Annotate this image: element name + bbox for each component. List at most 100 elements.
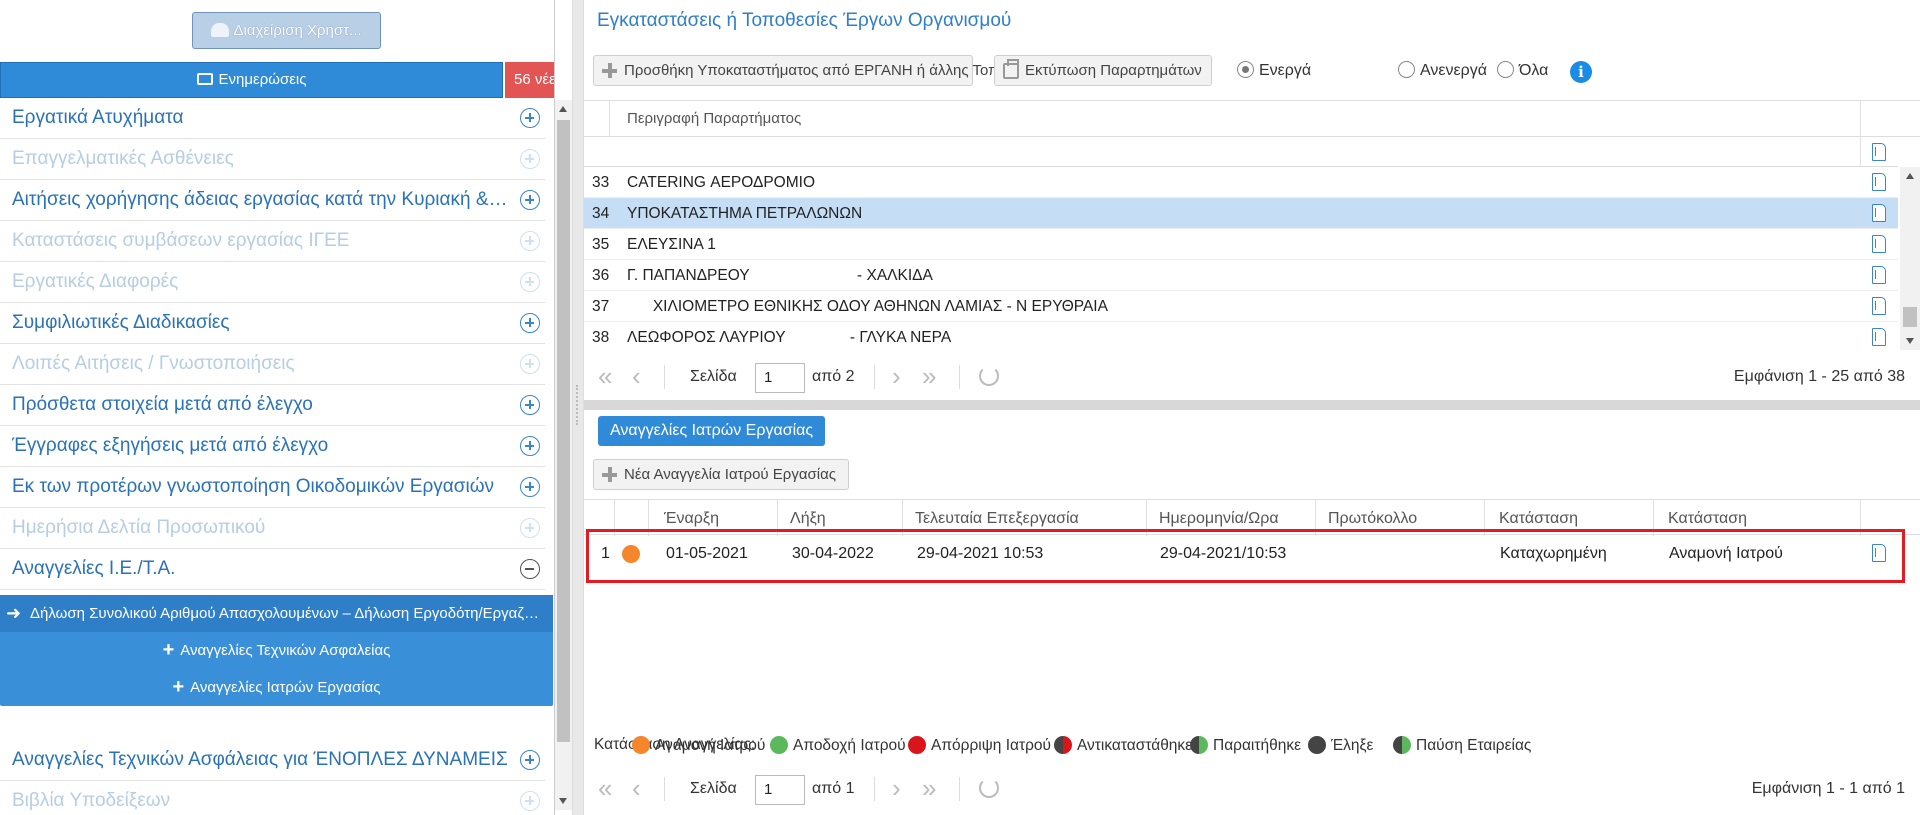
grid-scrollbar[interactable] (1900, 167, 1920, 350)
page-input[interactable]: 1 (755, 363, 805, 393)
first-page-icon[interactable]: « (598, 775, 612, 801)
column-header-description[interactable]: Περιγραφή Παραρτήματος (627, 110, 801, 127)
document-icon[interactable] (1872, 266, 1886, 284)
tab-occupational-doctors[interactable]: Αναγγελίες Ιατρών Εργασίας (598, 416, 826, 446)
plus-circle-icon[interactable] (520, 436, 540, 456)
legend-item: Αποδοχή Ιατρού (770, 736, 906, 755)
sidebar-nav-item[interactable]: Εκ των προτέρων γνωστοποίηση Οικοδομικών… (0, 467, 545, 508)
sidebar-nav-item[interactable]: Πρόσθετα στοιχεία μετά από έλεγχο (0, 385, 545, 426)
new-doctor-announcement-button[interactable]: Νέα Αναγγελία Ιατρού Εργασίας (593, 459, 849, 490)
table-row[interactable]: 35 ΕΛΕΥΣΙΝΑ 1 (584, 229, 1898, 260)
new-updates-badge[interactable]: 56 νέες (505, 62, 554, 98)
sidebar-nav-item[interactable]: Καταστάσεις συμβάσεων εργασίας ΙΓΕΕ (0, 221, 545, 262)
user-management-button[interactable]: Διαχείριση Χρηστ... (192, 12, 381, 49)
table-row[interactable]: 37 ΧΙΛΙΟΜΕΤΡΟ ΕΘΝΙΚΗΣ ΟΔΟΥ ΑΘΗΝΩΝ ΛΑΜΙΑΣ… (584, 291, 1898, 322)
document-icon[interactable] (1872, 328, 1886, 346)
plus-circle-icon[interactable] (520, 313, 540, 333)
table-row[interactable]: 38 ΛΕΩΦΟΡΟΣ ΛΑΥΡΙΟΥ - ΓΛΥΚΑ ΝΕΡΑ (584, 322, 1898, 352)
sidebar-nav-item[interactable]: Συμφιλιωτικές Διαδικασίες (0, 303, 545, 344)
submenu-item-employee-declaration[interactable]: ➜ Δήλωση Συνολικού Αριθμού Απασχολουμένω… (0, 595, 553, 632)
plus-circle-icon[interactable] (520, 354, 540, 374)
radio-inactive[interactable]: Ανενεργά (1398, 61, 1487, 80)
radio-all[interactable]: Όλα (1497, 61, 1548, 80)
last-page-icon[interactable]: » (922, 775, 936, 801)
submenu-item-safety-technicians[interactable]: + Αναγγελίες Τεχνικών Ασφαλείας (0, 632, 553, 669)
last-page-icon[interactable]: » (922, 363, 936, 389)
users-icon (211, 23, 230, 37)
sidebar-nav-item[interactable]: Έγγραφες εξηγήσεις μετά από έλεγχο (0, 426, 545, 467)
scroll-up-icon[interactable] (1906, 173, 1914, 179)
scroll-thumb[interactable] (557, 120, 570, 742)
sidebar-nav-item[interactable]: Βιβλία Υποδείξεων (0, 781, 545, 815)
table-row[interactable]: 36 Γ. ΠΑΠΑΝΔΡΕΟΥ - ΧΑΛΚΙΔΑ (584, 260, 1898, 291)
prev-page-icon[interactable]: ‹ (632, 363, 641, 389)
info-icon[interactable]: i (1570, 61, 1592, 83)
column-header-start[interactable]: Έναρξη (664, 510, 719, 528)
prev-page-icon[interactable]: ‹ (632, 775, 641, 801)
table-row[interactable]: 34 ΥΠΟΚΑΤΑΣΤΗΜΑ ΠΕΤΡΑΛΩΝΩΝ (584, 198, 1898, 229)
print-annexes-button[interactable]: Εκτύπωση Παραρτημάτων (994, 55, 1212, 86)
panel-divider[interactable] (584, 400, 1920, 410)
refresh-icon[interactable] (979, 366, 999, 386)
submenu-item-occupational-doctors[interactable]: + Αναγγελίες Ιατρών Εργασίας (0, 669, 553, 706)
radio-button[interactable] (1398, 61, 1415, 78)
table-row[interactable]: 33 CATERING ΑΕΡΟΔΡΟΜΙΟ (584, 167, 1898, 198)
grid-filter-row[interactable] (584, 137, 1898, 167)
plus-circle-icon[interactable] (520, 518, 540, 538)
column-header-protocol[interactable]: Πρωτόκολλο (1328, 510, 1417, 528)
sidebar-nav-item[interactable]: Επαγγελματικές Ασθένειες (0, 139, 545, 180)
minus-circle-icon[interactable] (520, 559, 540, 579)
radio-button[interactable] (1497, 61, 1514, 78)
sidebar-nav-item[interactable]: Εργατικά Ατυχήματα (0, 98, 545, 139)
scroll-thumb[interactable] (1903, 307, 1917, 327)
splitter-grip[interactable] (576, 385, 582, 425)
scroll-up-icon[interactable] (559, 106, 567, 112)
next-page-icon[interactable]: › (892, 363, 901, 389)
plus-circle-icon[interactable] (520, 149, 540, 169)
document-icon[interactable] (1872, 143, 1886, 161)
first-page-icon[interactable]: « (598, 363, 612, 389)
plus-circle-icon[interactable] (520, 395, 540, 415)
document-icon[interactable] (1872, 173, 1886, 191)
page-input[interactable]: 1 (755, 775, 805, 805)
next-page-icon[interactable]: › (892, 775, 901, 801)
pager-summary: Εμφάνιση 1 - 25 από 38 (1733, 368, 1905, 385)
sidebar-nav-item[interactable]: Αναγγελίες Ι.Ε./Τ.Α. (0, 549, 545, 590)
column-header-last-edit[interactable]: Τελευταία Επεξεργασία (915, 510, 1079, 528)
plus-circle-icon[interactable] (520, 477, 540, 497)
status-dot-icon (908, 736, 926, 754)
plus-circle-icon[interactable] (520, 791, 540, 811)
plus-circle-icon[interactable] (520, 750, 540, 770)
plus-circle-icon[interactable] (520, 108, 540, 128)
document-icon[interactable] (1872, 297, 1886, 315)
submenu-announcements: ➜ Δήλωση Συνολικού Αριθμού Απασχολουμένω… (0, 595, 553, 706)
grid-header: Περιγραφή Παραρτήματος (584, 101, 1920, 137)
sidebar-nav-item[interactable]: Λοιπές Αιτήσεις / Γνωστοποιήσεις (0, 344, 545, 385)
refresh-icon[interactable] (979, 778, 999, 798)
column-header-end[interactable]: Λήξη (790, 510, 826, 528)
plus-circle-icon[interactable] (520, 190, 540, 210)
radio-button-checked[interactable] (1237, 61, 1254, 78)
add-branch-button[interactable]: Προσθήκη Υποκαταστήματος από ΕΡΓΑΝΗ ή άλ… (593, 55, 1050, 86)
row-description: ΕΛΕΥΣΙΝΑ 1 (627, 236, 716, 253)
scroll-down-icon[interactable] (1906, 338, 1914, 344)
plus-circle-icon[interactable] (520, 272, 540, 292)
column-header-state-2[interactable]: Κατάσταση (1668, 510, 1747, 528)
arrow-right-icon: ➜ (6, 603, 22, 623)
plus-circle-icon[interactable] (520, 231, 540, 251)
sidebar-nav-item[interactable]: Εργατικές Διαφορές (0, 262, 545, 303)
sidebar-nav-item[interactable]: Αιτήσεις χορήγησης άδειας εργασίας κατά … (0, 180, 545, 221)
status-dot-icon (1190, 736, 1208, 754)
document-icon[interactable] (1872, 204, 1886, 222)
column-header-state[interactable]: Κατάσταση (1499, 510, 1578, 528)
sidebar-nav-item[interactable]: Ημερήσια Δελτία Προσωπικού (0, 508, 545, 549)
updates-button[interactable]: Ενημερώσεις (0, 62, 503, 98)
inbox-icon (196, 73, 213, 85)
column-header-datetime[interactable]: Ημερομηνία/Ωρα (1159, 510, 1279, 528)
document-icon[interactable] (1872, 235, 1886, 253)
radio-active[interactable]: Ενεργά (1237, 61, 1311, 80)
panel-splitter[interactable] (572, 0, 584, 815)
sidebar-nav-item[interactable]: Αναγγελίες Τεχνικών Ασφάλειας για ΈΝΟΠΛΕ… (0, 740, 545, 781)
sidebar-scrollbar[interactable] (555, 100, 572, 810)
scroll-down-icon[interactable] (559, 798, 567, 804)
